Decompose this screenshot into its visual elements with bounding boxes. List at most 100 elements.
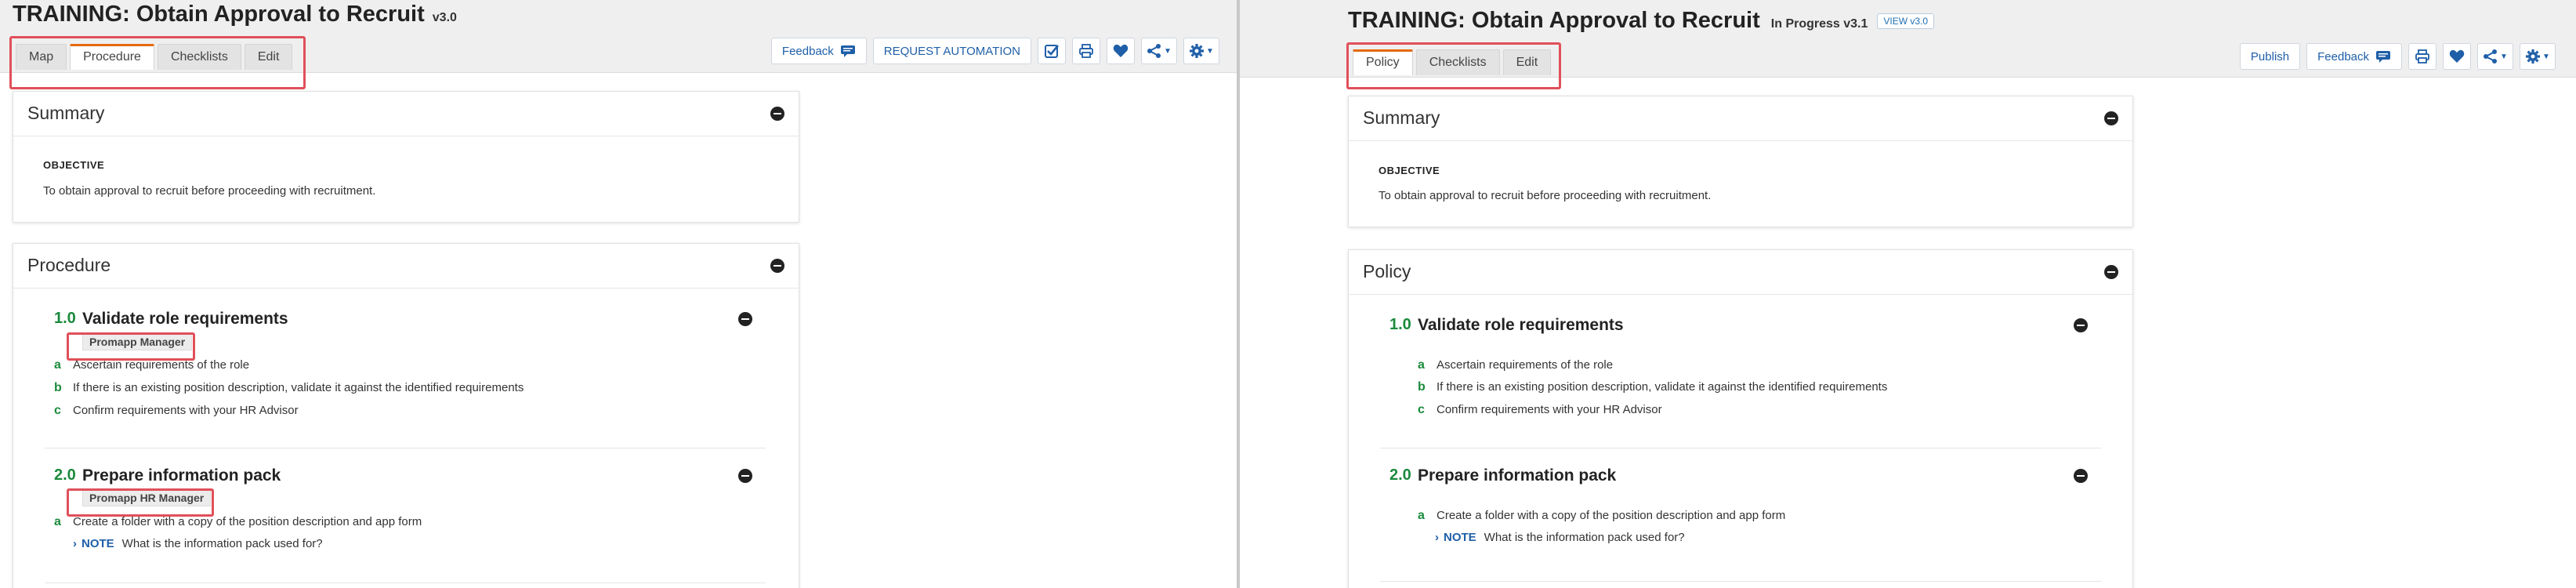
page-title-text: TRAINING: Obtain Approval to Recruit bbox=[13, 2, 425, 27]
policy-card-header: Policy bbox=[1349, 250, 2132, 295]
objective-text: To obtain approval to recruit before pro… bbox=[43, 184, 376, 198]
print-button[interactable] bbox=[2408, 43, 2437, 70]
procedure-heading: Procedure bbox=[27, 255, 111, 275]
step-2: 2.0 Prepare information pack Promapp HR … bbox=[54, 466, 775, 568]
tab-policy[interactable]: Policy bbox=[1353, 49, 1413, 75]
collapse-icon[interactable] bbox=[2104, 265, 2118, 279]
tab-checklists[interactable]: Checklists bbox=[1415, 49, 1500, 75]
favourite-button[interactable] bbox=[2443, 43, 2471, 70]
task-letter: c bbox=[1418, 403, 1425, 416]
task-letter: c bbox=[54, 404, 61, 417]
share-button[interactable]: ▼ bbox=[2477, 43, 2513, 70]
note-text: What is the information pack used for? bbox=[121, 537, 323, 550]
feedback-icon bbox=[840, 45, 856, 57]
page-title: TRAINING: Obtain Approval to Recruit v3.0 bbox=[13, 2, 457, 27]
chevron-right-icon: › bbox=[1435, 531, 1439, 544]
settings-button[interactable]: ▼ bbox=[2520, 43, 2556, 70]
note-label: NOTE bbox=[82, 537, 114, 550]
settings-button[interactable]: ▼ bbox=[1183, 38, 1219, 64]
task-item: a Create a folder with a copy of the posi… bbox=[54, 515, 422, 529]
tab-checklists[interactable]: Checklists bbox=[157, 44, 241, 70]
gear-icon bbox=[1189, 43, 1205, 59]
view-version-button[interactable]: VIEW v3.0 bbox=[1877, 13, 1935, 30]
request-automation-button[interactable]: REQUEST AUTOMATION bbox=[872, 38, 1031, 64]
step-number: 2.0 bbox=[1389, 466, 1411, 484]
print-icon bbox=[2415, 49, 2430, 64]
step-title[interactable]: Prepare information pack bbox=[82, 466, 281, 485]
collapse-icon[interactable] bbox=[770, 107, 784, 121]
note-item[interactable]: › NOTE What is the information pack used f… bbox=[1435, 531, 1685, 544]
heart-icon bbox=[2449, 49, 2465, 64]
feedback-label: Feedback bbox=[781, 44, 834, 58]
feedback-label: Feedback bbox=[2317, 49, 2369, 64]
before-panel: TRAINING: Obtain Approval to Recruit v3.0… bbox=[0, 0, 1237, 588]
step-2: 2.0 Prepare information pack a Create a f… bbox=[1389, 466, 2110, 568]
task-letter: a bbox=[54, 515, 61, 528]
task-text: Create a folder with a copy of the posit… bbox=[1437, 509, 1786, 522]
task-item: c Confirm requirements with your HR Advis… bbox=[54, 404, 299, 418]
feedback-button[interactable]: Feedback bbox=[770, 38, 867, 64]
step-number: 1.0 bbox=[1389, 316, 1411, 333]
procedure-card-header: Procedure bbox=[13, 244, 799, 289]
task-letter: b bbox=[54, 381, 62, 394]
tab-edit[interactable]: Edit bbox=[244, 44, 293, 70]
task-text: Confirm requirements with your HR Adviso… bbox=[1437, 403, 1662, 416]
task-item: a Ascertain requirements of the role bbox=[54, 358, 249, 372]
share-button[interactable]: ▼ bbox=[1141, 38, 1177, 64]
chevron-right-icon: › bbox=[73, 537, 77, 550]
page-title: TRAINING: Obtain Approval to Recruit In P… bbox=[1348, 8, 1935, 34]
tab-edit[interactable]: Edit bbox=[1502, 49, 1552, 75]
note-item[interactable]: › NOTE What is the information pack used f… bbox=[73, 537, 323, 550]
publish-button[interactable]: Publish bbox=[2239, 43, 2301, 70]
print-button[interactable] bbox=[1072, 38, 1100, 64]
collapse-icon[interactable] bbox=[2074, 469, 2088, 483]
task-letter: a bbox=[54, 358, 61, 372]
task-text: Ascertain requirements of the role bbox=[1437, 358, 1614, 372]
task-item: b If there is an existing position descri… bbox=[54, 381, 524, 395]
role-tag[interactable]: Promapp HR Manager bbox=[82, 489, 212, 506]
objective-text: To obtain approval to recruit before pro… bbox=[1379, 189, 1712, 202]
checkbox-icon bbox=[1044, 43, 1060, 59]
task-text: If there is an existing position descrip… bbox=[73, 381, 524, 394]
policy-heading: Policy bbox=[1363, 261, 1411, 281]
task-item: a Ascertain requirements of the role bbox=[1418, 358, 1613, 372]
feedback-button[interactable]: Feedback bbox=[2306, 43, 2402, 70]
step-title[interactable]: Validate role requirements bbox=[82, 310, 288, 328]
step-1: 1.0 Validate role requirements Promapp M… bbox=[54, 310, 775, 427]
step-title[interactable]: Prepare information pack bbox=[1418, 466, 1616, 485]
collapse-icon[interactable] bbox=[2104, 111, 2118, 125]
step-number: 2.0 bbox=[54, 466, 76, 484]
status-label: In Progress v3.1 bbox=[1770, 17, 1868, 31]
task-text: Confirm requirements with your HR Adviso… bbox=[73, 404, 299, 417]
note-text: What is the information pack used for? bbox=[1484, 531, 1685, 544]
task-item: b If there is an existing position descri… bbox=[1418, 380, 1887, 394]
page-title-text: TRAINING: Obtain Approval to Recruit bbox=[1348, 8, 1760, 33]
summary-card: Summary OBJECTIVE To obtain approval to … bbox=[1348, 96, 2133, 227]
collapse-icon[interactable] bbox=[770, 259, 784, 273]
objective-label: OBJECTIVE bbox=[1379, 165, 1440, 176]
after-panel: TRAINING: Obtain Approval to Recruit In P… bbox=[1240, 0, 2576, 588]
share-icon bbox=[1147, 44, 1162, 58]
step-title[interactable]: Validate role requirements bbox=[1418, 316, 1624, 335]
summary-heading: Summary bbox=[1363, 107, 1440, 128]
print-icon bbox=[1078, 43, 1094, 59]
checklist-button[interactable] bbox=[1038, 38, 1066, 64]
favourite-button[interactable] bbox=[1107, 38, 1135, 64]
chevron-down-icon: ▼ bbox=[2542, 52, 2550, 61]
toolbar: Feedback REQUEST AUTOMATION ▼ ▼ bbox=[770, 38, 1219, 64]
summary-card-header: Summary bbox=[1349, 96, 2132, 141]
gear-icon bbox=[2525, 49, 2541, 64]
tab-procedure[interactable]: Procedure bbox=[70, 44, 154, 70]
feedback-icon bbox=[2375, 50, 2391, 63]
tab-bar: Policy Checklists Edit bbox=[1353, 49, 1552, 75]
collapse-icon[interactable] bbox=[2074, 318, 2088, 332]
task-letter: a bbox=[1418, 358, 1425, 372]
objective-label: OBJECTIVE bbox=[43, 159, 105, 171]
chevron-down-icon: ▼ bbox=[2500, 52, 2508, 61]
collapse-icon[interactable] bbox=[738, 469, 752, 483]
note-label: NOTE bbox=[1444, 531, 1476, 544]
step-1: 1.0 Validate role requirements a Ascertai… bbox=[1389, 316, 2110, 434]
role-tag[interactable]: Promapp Manager bbox=[82, 333, 193, 350]
tab-map[interactable]: Map bbox=[16, 44, 67, 70]
collapse-icon[interactable] bbox=[738, 312, 752, 326]
